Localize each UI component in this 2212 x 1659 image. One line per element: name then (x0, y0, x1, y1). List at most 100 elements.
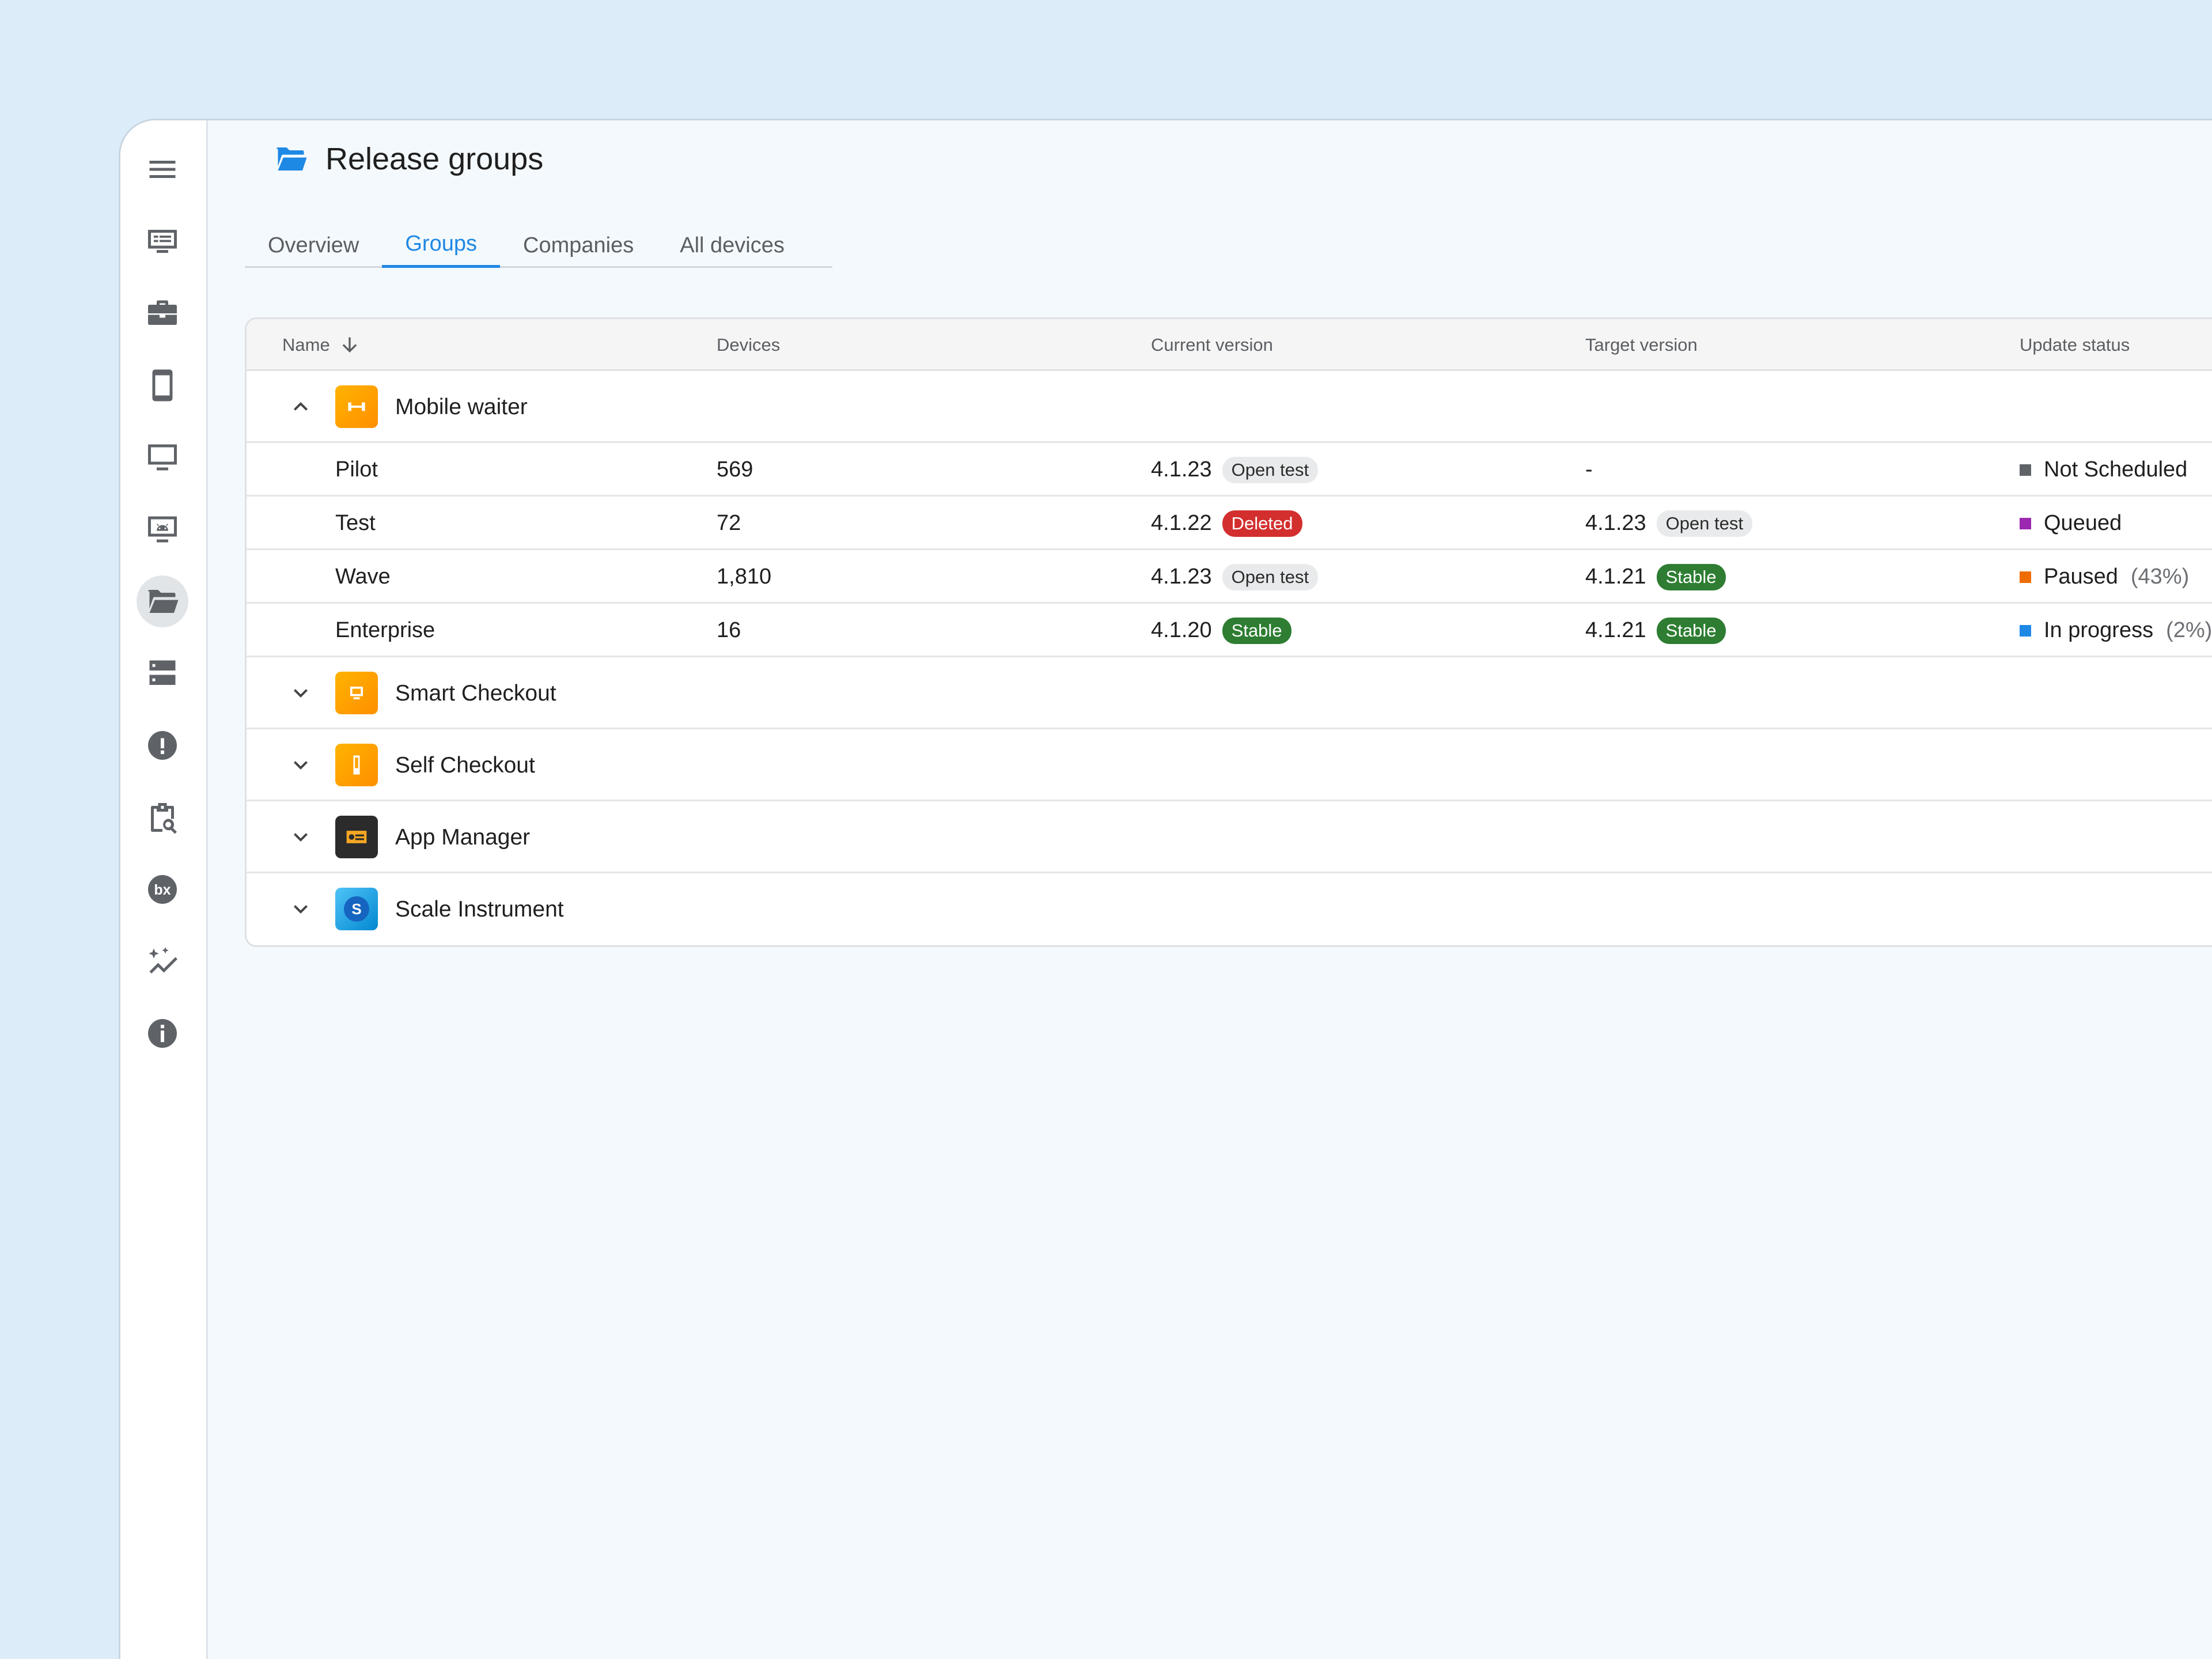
row-update-status: Not Scheduled (2020, 443, 2187, 497)
page-title: Release groups (274, 141, 543, 177)
info-icon[interactable] (137, 1007, 188, 1059)
row-update-status: In progress (2%) (2020, 604, 2212, 657)
row-name: Pilot (335, 457, 378, 482)
scale-instrument-app-icon: S (335, 888, 378, 930)
current-version-number: 4.1.22 (1151, 511, 1212, 535)
row-devices: 1,810 (717, 565, 772, 589)
row-current-version: 4.1.20 Stable (1151, 604, 1291, 657)
row-current-version: 4.1.23 Open test (1151, 550, 1319, 604)
tab-all-devices[interactable]: All devices (657, 223, 808, 268)
target-version-badge: Open test (1656, 510, 1753, 537)
group-row-app-manager[interactable]: App Manager (247, 801, 2212, 873)
status-label: Paused (2044, 565, 2118, 589)
chevron-down-icon[interactable] (287, 679, 315, 707)
tab-groups[interactable]: Groups (382, 223, 500, 268)
table-header: Name Devices Current version Target vers… (247, 319, 2212, 371)
main-content: Release groups Overview Groups Companies… (208, 120, 2212, 1659)
row-update-status: Paused (43%) (2020, 550, 2189, 604)
row-devices: 16 (717, 618, 741, 642)
tab-bar: Overview Groups Companies All devices (245, 223, 832, 268)
current-version-number: 4.1.20 (1151, 618, 1212, 642)
app-window: bx Release groups Overview Groups Compan… (119, 119, 2212, 1659)
current-version-number: 4.1.23 (1151, 457, 1212, 482)
sparkle-chart-icon[interactable] (137, 935, 188, 987)
row-current-version: 4.1.22 Deleted (1151, 497, 1302, 550)
sort-down-icon[interactable] (338, 334, 361, 357)
page-title-text: Release groups (325, 142, 544, 176)
alert-icon[interactable] (137, 719, 188, 771)
row-target-version: 4.1.23 Open test (1585, 497, 1753, 550)
tab-companies[interactable]: Companies (500, 223, 657, 268)
table-row[interactable]: Wave 1,810 4.1.23 Open test 4.1.21 Stabl… (247, 550, 2212, 604)
release-groups-table: Name Devices Current version Target vers… (245, 317, 2212, 947)
group-row-smart-checkout[interactable]: Smart Checkout (247, 657, 2212, 729)
mobile-waiter-app-icon (335, 385, 378, 428)
chevron-up-icon[interactable] (287, 393, 315, 421)
smart-checkout-app-icon (335, 672, 378, 714)
current-version-badge: Open test (1222, 456, 1319, 483)
sidebar: bx (120, 120, 208, 1659)
table-row[interactable]: Test 72 4.1.22 Deleted 4.1.23 Open test … (247, 497, 2212, 550)
current-version-badge: Stable (1222, 617, 1291, 644)
scale-instrument-logo-letter: S (344, 896, 369, 922)
column-header-name-label: Name (282, 335, 330, 355)
group-row-scale-instrument[interactable]: S Scale Instrument (247, 873, 2212, 945)
target-version-badge: Stable (1656, 617, 1726, 644)
menu-icon[interactable] (137, 143, 188, 195)
chevron-down-icon[interactable] (287, 823, 315, 851)
row-devices: 72 (717, 511, 741, 535)
target-version-number: - (1585, 457, 1593, 482)
current-version-badge: Open test (1222, 563, 1319, 590)
status-percent: (43%) (2130, 565, 2190, 589)
column-header-current-version[interactable]: Current version (1151, 319, 1273, 371)
self-checkout-app-icon (335, 744, 378, 786)
chevron-down-icon[interactable] (287, 895, 315, 923)
briefcase-icon[interactable] (137, 287, 188, 339)
row-target-version: 4.1.21 Stable (1585, 604, 1726, 657)
column-header-devices[interactable]: Devices (717, 319, 780, 371)
group-row-self-checkout[interactable]: Self Checkout (247, 729, 2212, 801)
row-name: Enterprise (335, 618, 435, 642)
status-color-indicator (2020, 571, 2031, 583)
status-label: Queued (2044, 511, 2122, 535)
column-header-update-status[interactable]: Update status (2020, 319, 2130, 371)
row-devices: 569 (717, 457, 753, 482)
folder-open-icon[interactable] (137, 575, 188, 627)
status-label: Not Scheduled (2044, 457, 2188, 482)
status-color-indicator (2020, 464, 2031, 476)
table-row[interactable]: Enterprise 16 4.1.20 Stable 4.1.21 Stabl… (247, 604, 2212, 657)
table-row[interactable]: Pilot 569 4.1.23 Open test - Not Schedul… (247, 443, 2212, 497)
dashboard-list-icon[interactable] (137, 215, 188, 267)
group-name: Mobile waiter (395, 394, 528, 419)
row-name: Test (335, 511, 376, 535)
row-target-version: 4.1.21 Stable (1585, 550, 1726, 604)
row-target-version: - (1585, 443, 1593, 497)
bx-icon[interactable]: bx (137, 863, 188, 915)
column-header-name[interactable]: Name (282, 319, 361, 371)
status-percent: (2%) (2166, 618, 2212, 642)
group-row-mobile-waiter[interactable]: Mobile waiter (247, 371, 2212, 443)
row-name: Wave (335, 565, 391, 589)
target-version-number: 4.1.21 (1585, 565, 1646, 589)
target-version-number: 4.1.23 (1585, 511, 1646, 535)
row-current-version: 4.1.23 Open test (1151, 443, 1319, 497)
group-name: Self Checkout (395, 752, 535, 778)
row-update-status: Queued (2020, 497, 2122, 550)
target-version-badge: Stable (1656, 563, 1726, 590)
status-label: In progress (2044, 618, 2154, 642)
server-icon[interactable] (137, 647, 188, 699)
monitor-icon[interactable] (137, 431, 188, 483)
status-color-indicator (2020, 517, 2031, 529)
svg-text:bx: bx (154, 882, 171, 898)
clipboard-search-icon[interactable] (137, 791, 188, 843)
chevron-down-icon[interactable] (287, 751, 315, 779)
status-color-indicator (2020, 624, 2031, 637)
column-header-target-version[interactable]: Target version (1585, 319, 1698, 371)
tab-overview[interactable]: Overview (245, 223, 382, 268)
app-manager-app-icon (335, 816, 378, 858)
target-version-number: 4.1.21 (1585, 618, 1646, 642)
phone-icon[interactable] (137, 359, 188, 411)
group-name: App Manager (395, 824, 531, 850)
current-version-number: 4.1.23 (1151, 565, 1212, 589)
android-monitor-icon[interactable] (137, 503, 188, 555)
